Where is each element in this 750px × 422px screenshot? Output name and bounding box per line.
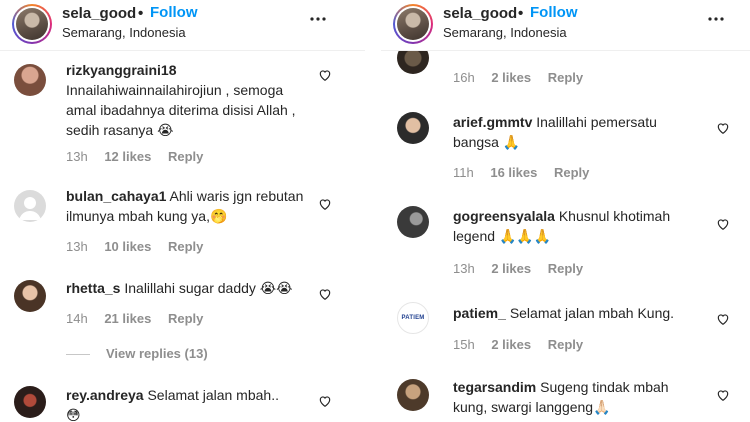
post-comments-panel-left: sela_good • Follow Semarang, Indonesia r… [0, 0, 365, 422]
follow-button[interactable]: Follow [150, 4, 198, 21]
comment-meta: 13h 12 likes Reply [66, 149, 216, 164]
reply-button[interactable]: Reply [548, 261, 583, 276]
comment-meta: 16h 2 likes Reply [453, 70, 596, 85]
comment-likes[interactable]: 10 likes [104, 239, 151, 254]
comment-username[interactable]: arief.gmmtv [453, 114, 532, 130]
comment-text: rhetta_s Inalillahi sugar daddy 😭😭 [66, 278, 316, 298]
comment-meta: 14h 21 likes Reply [66, 311, 216, 326]
commenter-avatar[interactable] [14, 64, 46, 96]
comment-meta: 13h 10 likes Reply [66, 239, 216, 254]
comment-text: bulan_cahaya1 Ahli waris jgn rebutan ilm… [66, 186, 316, 226]
comment-username[interactable]: rhetta_s [66, 280, 120, 296]
reply-button[interactable]: Reply [168, 149, 203, 164]
comment-time[interactable]: 16h [453, 70, 475, 85]
heart-icon[interactable] [318, 197, 332, 211]
comment-body: Selamat jalan mbah Kung. [509, 305, 675, 321]
comment-likes[interactable]: 2 likes [491, 261, 531, 276]
reply-button[interactable]: Reply [168, 311, 203, 326]
profile-avatar[interactable] [393, 4, 433, 44]
follow-button[interactable]: Follow [530, 4, 578, 21]
comment-time[interactable]: 14h [66, 311, 88, 326]
comment-username[interactable]: tegarsandim [453, 379, 536, 395]
comment-likes[interactable]: 2 likes [491, 70, 531, 85]
heart-icon[interactable] [318, 68, 332, 82]
commenter-avatar[interactable] [397, 379, 429, 411]
comment-body: Innailahiwainnailahirojiun , semoga amal… [66, 82, 296, 138]
view-replies-label: View replies (13) [106, 346, 208, 361]
post-location[interactable]: Semarang, Indonesia [443, 25, 567, 40]
comment-text: tegarsandim Sugeng tindak mbah kung, swa… [453, 377, 693, 417]
post-header: sela_good • Follow Semarang, Indonesia [0, 0, 365, 51]
comment-time[interactable]: 13h [66, 149, 88, 164]
commenter-avatar[interactable] [14, 280, 46, 312]
view-replies-button[interactable]: View replies (13) [66, 346, 208, 361]
comment-emoji: 🙏🙏🙏 [498, 228, 552, 244]
post-location[interactable]: Semarang, Indonesia [62, 25, 186, 40]
comment-likes[interactable]: 16 likes [490, 165, 537, 180]
comment-time[interactable]: 13h [453, 261, 475, 276]
avatar-logo-text: PATIEM [401, 315, 425, 321]
post-username[interactable]: sela_good [62, 5, 136, 22]
comment-username[interactable]: rizkyanggraini18 [66, 62, 177, 78]
comment-username[interactable]: rey.andreya [66, 387, 144, 403]
heart-icon[interactable] [716, 388, 730, 402]
replies-divider-line [66, 354, 90, 356]
comment-username[interactable]: bulan_cahaya1 [66, 188, 166, 204]
post-header: sela_good • Follow Semarang, Indonesia [381, 0, 750, 51]
comment-text: patiem_ Selamat jalan mbah Kung. [453, 303, 693, 323]
separator-dot: • [138, 5, 144, 22]
reply-button[interactable]: Reply [554, 165, 589, 180]
heart-icon[interactable] [716, 217, 730, 231]
comment-emoji: 🙏🏻 [593, 399, 611, 415]
commenter-avatar[interactable] [14, 386, 46, 418]
comment-emoji: 🙏 [502, 134, 521, 150]
comment-likes[interactable]: 21 likes [104, 311, 151, 326]
profile-avatar[interactable] [12, 4, 52, 44]
comment-meta: 11h 16 likes Reply [453, 165, 602, 180]
comment-body: Selamat jalan mbah.. [147, 387, 279, 403]
heart-icon[interactable] [716, 121, 730, 135]
more-options-icon[interactable] [707, 10, 725, 28]
commenter-avatar[interactable]: PATIEM [397, 302, 429, 334]
comment-text: rizkyanggraini18 Innailahiwainnailahiroj… [66, 60, 316, 140]
commenter-avatar[interactable] [397, 206, 429, 238]
comment-username[interactable]: gogreensyalala [453, 208, 555, 224]
comment-text: rey.andreya Selamat jalan mbah.. 😳 [66, 385, 316, 422]
comment-meta: 13h 2 likes Reply [453, 261, 596, 276]
comment-emoji: 😭 [157, 122, 174, 138]
comment-likes[interactable]: 2 likes [491, 337, 531, 352]
comment-time[interactable]: 13h [66, 239, 88, 254]
heart-icon[interactable] [318, 287, 332, 301]
commenter-avatar[interactable] [14, 190, 46, 222]
comment-emoji: 😭😭 [259, 280, 293, 296]
post-comments-panel-right: sela_good • Follow Semarang, Indonesia 1… [381, 0, 750, 422]
comment-meta: 15h 2 likes Reply [453, 337, 596, 352]
reply-button[interactable]: Reply [168, 239, 203, 254]
commenter-avatar[interactable] [397, 112, 429, 144]
post-username[interactable]: sela_good [443, 5, 517, 22]
reply-button[interactable]: Reply [548, 70, 583, 85]
comment-username[interactable]: patiem_ [453, 305, 506, 321]
reply-button[interactable]: Reply [548, 337, 583, 352]
more-options-icon[interactable] [309, 10, 327, 28]
panel-divider [365, 0, 381, 422]
heart-icon[interactable] [318, 394, 332, 408]
comment-emoji: 🤭 [209, 208, 228, 224]
heart-icon[interactable] [716, 312, 730, 326]
comment-likes[interactable]: 12 likes [104, 149, 151, 164]
comment-time[interactable]: 15h [453, 337, 475, 352]
comment-body: Inalillahi sugar daddy [124, 280, 256, 296]
comment-time[interactable]: 11h [453, 165, 474, 180]
comment-emoji: 😳 [66, 407, 81, 422]
comment-text: arief.gmmtv Inalillahi pemersatu bangsa … [453, 112, 693, 152]
comment-text: gogreensyalala Khusnul khotimah legend 🙏… [453, 206, 693, 246]
separator-dot: • [518, 5, 524, 22]
